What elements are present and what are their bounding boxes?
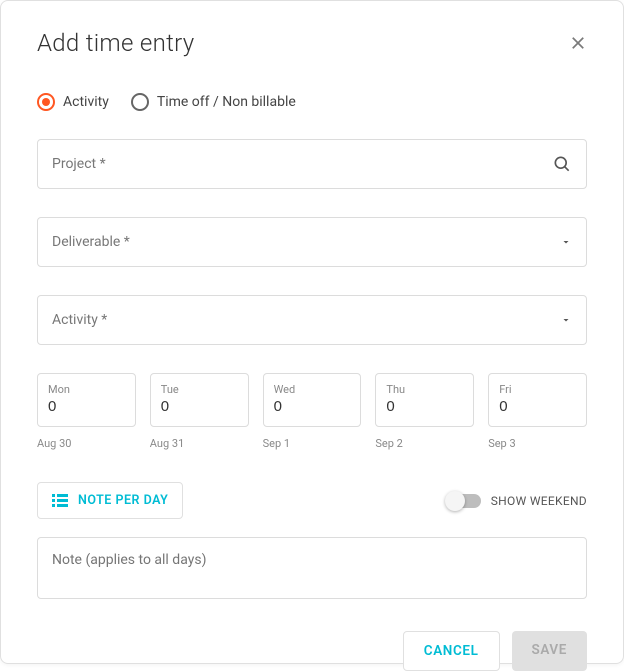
day-value-input[interactable]	[386, 398, 463, 415]
modal-footer: CANCEL SAVE	[37, 631, 587, 671]
deliverable-select[interactable]: Deliverable *	[37, 217, 587, 267]
day-date: Sep 3	[488, 437, 587, 450]
modal-title: Add time entry	[37, 29, 194, 57]
days-row: Mon Aug 30 Tue Aug 31 Wed Sep 1 Thu S	[37, 373, 587, 450]
note-textarea[interactable]	[37, 537, 587, 599]
day-input-wed[interactable]: Wed	[263, 373, 362, 427]
chevron-down-icon	[560, 236, 572, 248]
day-value-input[interactable]	[499, 398, 576, 415]
modal-header: Add time entry	[37, 29, 587, 57]
day-wed: Wed Sep 1	[263, 373, 362, 450]
day-value-input[interactable]	[161, 398, 238, 415]
add-time-entry-modal: Add time entry Activity Time off / Non b…	[0, 0, 624, 664]
close-button[interactable]	[569, 34, 587, 52]
day-label: Mon	[48, 383, 125, 396]
show-weekend-toggle[interactable]	[447, 494, 481, 508]
show-weekend-label: SHOW WEEKEND	[491, 494, 587, 508]
close-icon	[569, 34, 587, 52]
day-label: Thu	[386, 383, 463, 396]
list-icon	[52, 494, 68, 508]
day-input-fri[interactable]: Fri	[488, 373, 587, 427]
day-label: Fri	[499, 383, 576, 396]
radio-icon	[131, 93, 149, 111]
radio-label: Time off / Non billable	[157, 94, 296, 110]
save-button[interactable]: SAVE	[512, 631, 588, 671]
radio-label: Activity	[63, 94, 109, 110]
cancel-button[interactable]: CANCEL	[403, 631, 500, 671]
project-select[interactable]: Project *	[37, 139, 587, 189]
day-value-input[interactable]	[274, 398, 351, 415]
day-date: Sep 2	[375, 437, 474, 450]
day-input-tue[interactable]: Tue	[150, 373, 249, 427]
entry-type-radio-group: Activity Time off / Non billable	[37, 93, 587, 111]
field-label: Deliverable *	[52, 234, 130, 250]
day-date: Aug 31	[150, 437, 249, 450]
day-tue: Tue Aug 31	[150, 373, 249, 450]
day-mon: Mon Aug 30	[37, 373, 136, 450]
show-weekend-control: SHOW WEEKEND	[447, 494, 587, 508]
radio-timeoff[interactable]: Time off / Non billable	[131, 93, 296, 111]
day-label: Wed	[274, 383, 351, 396]
radio-icon	[37, 93, 55, 111]
day-label: Tue	[161, 383, 238, 396]
field-label: Project *	[52, 156, 106, 172]
day-thu: Thu Sep 2	[375, 373, 474, 450]
note-per-day-button[interactable]: NOTE PER DAY	[37, 482, 183, 519]
row-controls: NOTE PER DAY SHOW WEEKEND	[37, 482, 587, 519]
day-date: Sep 1	[263, 437, 362, 450]
chevron-down-icon	[560, 314, 572, 326]
search-icon	[552, 154, 572, 174]
day-input-mon[interactable]: Mon	[37, 373, 136, 427]
day-value-input[interactable]	[48, 398, 125, 415]
note-per-day-label: NOTE PER DAY	[78, 493, 168, 508]
day-fri: Fri Sep 3	[488, 373, 587, 450]
field-label: Activity *	[52, 312, 107, 328]
day-date: Aug 30	[37, 437, 136, 450]
radio-activity[interactable]: Activity	[37, 93, 109, 111]
activity-select[interactable]: Activity *	[37, 295, 587, 345]
day-input-thu[interactable]: Thu	[375, 373, 474, 427]
